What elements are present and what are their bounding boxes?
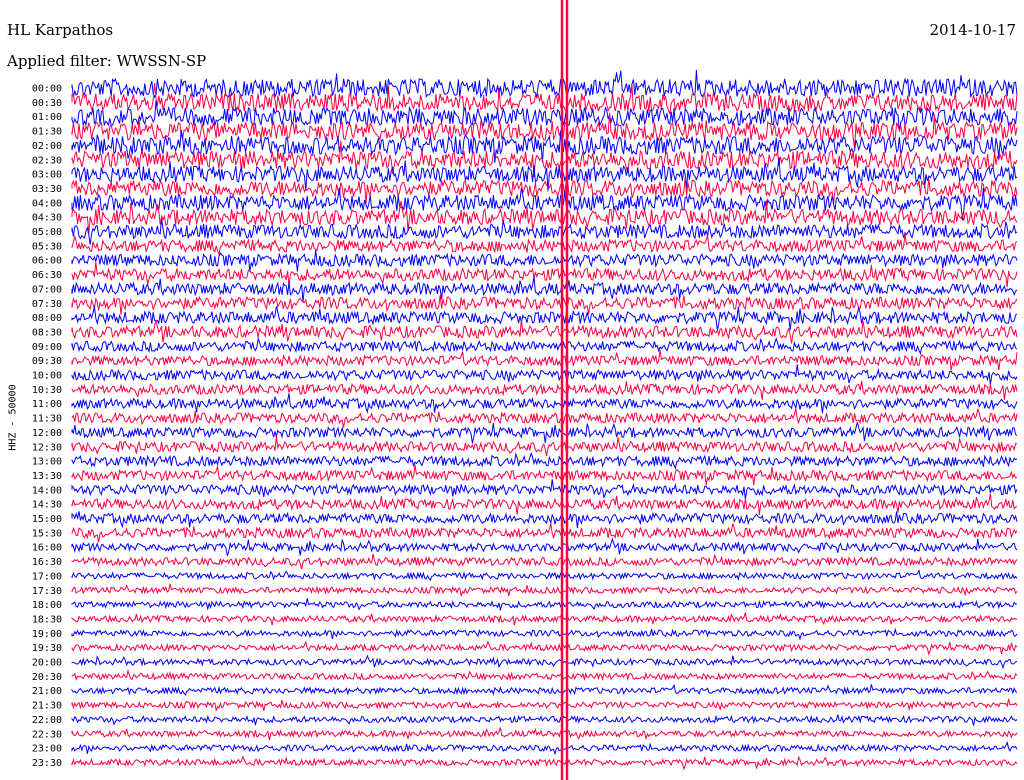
row-tick-label: 09:30: [32, 356, 62, 367]
row-tick-label: 11:00: [32, 399, 62, 410]
trace-2330: [71, 755, 1018, 771]
trace-1900: [71, 627, 1018, 641]
row-tick-label: 14:00: [32, 485, 62, 496]
row-tick-label: 13:00: [32, 457, 62, 468]
trace-2000: [71, 654, 1018, 670]
trace-1100: [71, 393, 1018, 414]
trace-1030: [71, 380, 1018, 401]
trace-1830: [71, 612, 1018, 626]
row-tick-label: 15:30: [32, 528, 62, 539]
row-tick-label: 12:30: [32, 442, 62, 453]
row-tick-label: 00:30: [32, 98, 62, 109]
row-tick-label: 04:30: [32, 213, 62, 224]
row-tick-label: 16:30: [32, 557, 62, 568]
trace-1930: [71, 640, 1018, 656]
row-tick-label: 02:00: [32, 141, 62, 152]
seismogram-plot: 00:00 00:30 01:00 01:30 02:00 02:30 03:00 03:30…: [32, 0, 1018, 780]
row-tick-label: 03:30: [32, 184, 62, 195]
trace-0700: [71, 276, 1018, 302]
row-tick-label: 21:30: [32, 701, 62, 712]
trace-1800: [71, 598, 1018, 611]
trace-1430: [71, 493, 1018, 515]
row-tick-label: 08:00: [32, 313, 62, 324]
trace-1630: [71, 553, 1018, 570]
trace-1000: [71, 364, 1018, 385]
trace-1700: [71, 569, 1018, 582]
trace-2130: [71, 698, 1018, 712]
row-tick-label: 15:00: [32, 514, 62, 525]
trace-2230: [71, 727, 1018, 741]
row-tick-label: 23:30: [32, 758, 62, 769]
row-tick-label: 22:30: [32, 729, 62, 740]
row-tick-label: 14:30: [32, 500, 62, 511]
trace-0900: [71, 336, 1018, 355]
row-tick-label: 13:30: [32, 471, 62, 482]
trace-0730: [71, 294, 1018, 315]
row-tick-label: 06:30: [32, 270, 62, 281]
row-tick-label: 18:30: [32, 614, 62, 625]
trace-2200: [71, 714, 1018, 726]
row-tick-label: 23:00: [32, 744, 62, 755]
trace-1530: [71, 523, 1018, 543]
row-tick-label: 10:30: [32, 385, 62, 396]
row-tick-label: 05:00: [32, 227, 62, 238]
trace-1400: [71, 479, 1018, 500]
row-tick-label: 05:30: [32, 241, 62, 252]
row-tick-label: 16:00: [32, 543, 62, 554]
trace-1600: [71, 537, 1018, 556]
trace-1130: [71, 408, 1018, 428]
trace-0330: [71, 177, 1018, 204]
row-tick-label: 19:30: [32, 643, 62, 654]
row-tick-label: 17:00: [32, 571, 62, 582]
trace-1730: [71, 583, 1018, 597]
row-tick-label: 08:30: [32, 327, 62, 338]
row-tick-label: 11:30: [32, 414, 62, 425]
trace-1330: [71, 464, 1018, 486]
trace-1300: [71, 451, 1018, 470]
row-tick-label: 00:00: [32, 84, 62, 95]
row-tick-label: 02:30: [32, 155, 62, 166]
row-tick-label: 04:00: [32, 198, 62, 209]
row-tick-label: 20:30: [32, 672, 62, 683]
row-tick-label: 01:00: [32, 112, 62, 123]
trace-2100: [71, 683, 1018, 696]
trace-0030: [71, 83, 1018, 115]
trace-0530: [71, 232, 1018, 257]
trace-2030: [71, 668, 1018, 682]
row-tick-label: 17:30: [32, 586, 62, 597]
trace-0000: [71, 69, 1018, 99]
trace-0600: [71, 250, 1018, 272]
trace-0930: [71, 349, 1018, 371]
filter-label: Applied filter: WWSSN-SP: [7, 52, 207, 70]
row-tick-label: 22:00: [32, 715, 62, 726]
trace-2300: [71, 740, 1018, 756]
row-tick-label: 01:30: [32, 127, 62, 138]
row-tick-label: 03:00: [32, 170, 62, 181]
row-tick-label: 09:00: [32, 342, 62, 353]
trace-1500: [71, 511, 1018, 529]
row-tick-label: 07:30: [32, 299, 62, 310]
row-tick-label: 19:00: [32, 629, 62, 640]
row-tick-label: 21:00: [32, 686, 62, 697]
row-tick-label: 10:00: [32, 371, 62, 382]
row-tick-label: 06:00: [32, 256, 62, 267]
row-tick-label: 18:00: [32, 600, 62, 611]
trace-0500: [71, 218, 1018, 245]
row-tick-label: 07:00: [32, 284, 62, 295]
trace-1200: [71, 422, 1018, 444]
row-tick-label: 12:00: [32, 428, 62, 439]
row-tick-label: 20:00: [32, 658, 62, 669]
